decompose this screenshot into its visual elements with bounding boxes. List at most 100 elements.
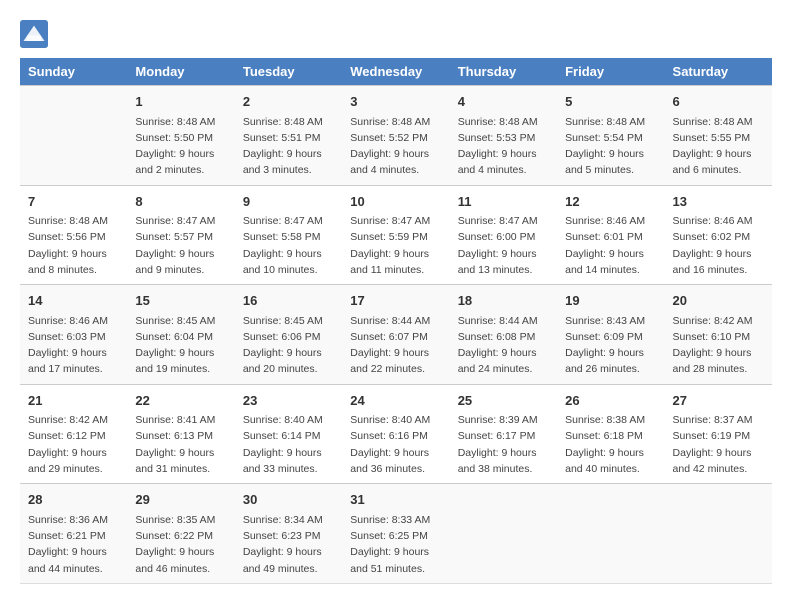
calendar-cell: 16Sunrise: 8:45 AMSunset: 6:06 PMDayligh… xyxy=(235,285,342,385)
calendar-cell: 19Sunrise: 8:43 AMSunset: 6:09 PMDayligh… xyxy=(557,285,664,385)
cell-info: Sunrise: 8:48 AMSunset: 5:55 PMDaylight:… xyxy=(673,114,764,179)
day-number: 25 xyxy=(458,391,549,411)
cell-info: Sunrise: 8:42 AMSunset: 6:10 PMDaylight:… xyxy=(673,313,764,378)
weekday-header-friday: Friday xyxy=(557,58,664,86)
day-number: 12 xyxy=(565,192,656,212)
day-number: 19 xyxy=(565,291,656,311)
day-number: 7 xyxy=(28,192,119,212)
week-row-1: 1Sunrise: 8:48 AMSunset: 5:50 PMDaylight… xyxy=(20,86,772,186)
page-header xyxy=(20,20,772,48)
day-number: 16 xyxy=(243,291,334,311)
day-number: 3 xyxy=(350,92,441,112)
weekday-header-row: SundayMondayTuesdayWednesdayThursdayFrid… xyxy=(20,58,772,86)
cell-info: Sunrise: 8:47 AMSunset: 5:59 PMDaylight:… xyxy=(350,213,441,278)
calendar-cell: 28Sunrise: 8:36 AMSunset: 6:21 PMDayligh… xyxy=(20,484,127,584)
calendar-cell: 23Sunrise: 8:40 AMSunset: 6:14 PMDayligh… xyxy=(235,384,342,484)
cell-info: Sunrise: 8:44 AMSunset: 6:07 PMDaylight:… xyxy=(350,313,441,378)
weekday-header-saturday: Saturday xyxy=(665,58,772,86)
week-row-5: 28Sunrise: 8:36 AMSunset: 6:21 PMDayligh… xyxy=(20,484,772,584)
cell-info: Sunrise: 8:40 AMSunset: 6:14 PMDaylight:… xyxy=(243,412,334,477)
cell-info: Sunrise: 8:47 AMSunset: 5:57 PMDaylight:… xyxy=(135,213,226,278)
cell-info: Sunrise: 8:47 AMSunset: 5:58 PMDaylight:… xyxy=(243,213,334,278)
day-number: 5 xyxy=(565,92,656,112)
calendar-table: SundayMondayTuesdayWednesdayThursdayFrid… xyxy=(20,58,772,584)
week-row-4: 21Sunrise: 8:42 AMSunset: 6:12 PMDayligh… xyxy=(20,384,772,484)
calendar-cell: 1Sunrise: 8:48 AMSunset: 5:50 PMDaylight… xyxy=(127,86,234,186)
calendar-cell: 22Sunrise: 8:41 AMSunset: 6:13 PMDayligh… xyxy=(127,384,234,484)
calendar-cell: 9Sunrise: 8:47 AMSunset: 5:58 PMDaylight… xyxy=(235,185,342,285)
cell-info: Sunrise: 8:34 AMSunset: 6:23 PMDaylight:… xyxy=(243,512,334,577)
calendar-cell: 31Sunrise: 8:33 AMSunset: 6:25 PMDayligh… xyxy=(342,484,449,584)
cell-info: Sunrise: 8:47 AMSunset: 6:00 PMDaylight:… xyxy=(458,213,549,278)
cell-info: Sunrise: 8:36 AMSunset: 6:21 PMDaylight:… xyxy=(28,512,119,577)
calendar-cell xyxy=(20,86,127,186)
logo-icon xyxy=(20,20,48,48)
day-number: 14 xyxy=(28,291,119,311)
cell-info: Sunrise: 8:46 AMSunset: 6:01 PMDaylight:… xyxy=(565,213,656,278)
cell-info: Sunrise: 8:48 AMSunset: 5:54 PMDaylight:… xyxy=(565,114,656,179)
weekday-header-sunday: Sunday xyxy=(20,58,127,86)
day-number: 9 xyxy=(243,192,334,212)
day-number: 15 xyxy=(135,291,226,311)
cell-info: Sunrise: 8:38 AMSunset: 6:18 PMDaylight:… xyxy=(565,412,656,477)
day-number: 23 xyxy=(243,391,334,411)
weekday-header-tuesday: Tuesday xyxy=(235,58,342,86)
weekday-header-monday: Monday xyxy=(127,58,234,86)
calendar-cell: 20Sunrise: 8:42 AMSunset: 6:10 PMDayligh… xyxy=(665,285,772,385)
calendar-cell: 4Sunrise: 8:48 AMSunset: 5:53 PMDaylight… xyxy=(450,86,557,186)
day-number: 11 xyxy=(458,192,549,212)
calendar-cell: 3Sunrise: 8:48 AMSunset: 5:52 PMDaylight… xyxy=(342,86,449,186)
calendar-cell: 26Sunrise: 8:38 AMSunset: 6:18 PMDayligh… xyxy=(557,384,664,484)
calendar-cell: 29Sunrise: 8:35 AMSunset: 6:22 PMDayligh… xyxy=(127,484,234,584)
calendar-cell: 6Sunrise: 8:48 AMSunset: 5:55 PMDaylight… xyxy=(665,86,772,186)
weekday-header-thursday: Thursday xyxy=(450,58,557,86)
cell-info: Sunrise: 8:48 AMSunset: 5:52 PMDaylight:… xyxy=(350,114,441,179)
calendar-cell: 8Sunrise: 8:47 AMSunset: 5:57 PMDaylight… xyxy=(127,185,234,285)
day-number: 26 xyxy=(565,391,656,411)
day-number: 8 xyxy=(135,192,226,212)
day-number: 27 xyxy=(673,391,764,411)
day-number: 2 xyxy=(243,92,334,112)
calendar-cell xyxy=(450,484,557,584)
calendar-cell xyxy=(665,484,772,584)
calendar-cell: 14Sunrise: 8:46 AMSunset: 6:03 PMDayligh… xyxy=(20,285,127,385)
week-row-2: 7Sunrise: 8:48 AMSunset: 5:56 PMDaylight… xyxy=(20,185,772,285)
day-number: 1 xyxy=(135,92,226,112)
cell-info: Sunrise: 8:45 AMSunset: 6:04 PMDaylight:… xyxy=(135,313,226,378)
day-number: 10 xyxy=(350,192,441,212)
calendar-cell: 2Sunrise: 8:48 AMSunset: 5:51 PMDaylight… xyxy=(235,86,342,186)
calendar-cell: 11Sunrise: 8:47 AMSunset: 6:00 PMDayligh… xyxy=(450,185,557,285)
calendar-cell: 24Sunrise: 8:40 AMSunset: 6:16 PMDayligh… xyxy=(342,384,449,484)
day-number: 28 xyxy=(28,490,119,510)
calendar-cell: 25Sunrise: 8:39 AMSunset: 6:17 PMDayligh… xyxy=(450,384,557,484)
calendar-cell: 17Sunrise: 8:44 AMSunset: 6:07 PMDayligh… xyxy=(342,285,449,385)
day-number: 22 xyxy=(135,391,226,411)
cell-info: Sunrise: 8:48 AMSunset: 5:50 PMDaylight:… xyxy=(135,114,226,179)
day-number: 30 xyxy=(243,490,334,510)
cell-info: Sunrise: 8:46 AMSunset: 6:03 PMDaylight:… xyxy=(28,313,119,378)
day-number: 31 xyxy=(350,490,441,510)
weekday-header-wednesday: Wednesday xyxy=(342,58,449,86)
day-number: 20 xyxy=(673,291,764,311)
day-number: 17 xyxy=(350,291,441,311)
day-number: 4 xyxy=(458,92,549,112)
cell-info: Sunrise: 8:33 AMSunset: 6:25 PMDaylight:… xyxy=(350,512,441,577)
day-number: 21 xyxy=(28,391,119,411)
cell-info: Sunrise: 8:48 AMSunset: 5:53 PMDaylight:… xyxy=(458,114,549,179)
cell-info: Sunrise: 8:46 AMSunset: 6:02 PMDaylight:… xyxy=(673,213,764,278)
calendar-cell: 7Sunrise: 8:48 AMSunset: 5:56 PMDaylight… xyxy=(20,185,127,285)
day-number: 29 xyxy=(135,490,226,510)
calendar-cell: 10Sunrise: 8:47 AMSunset: 5:59 PMDayligh… xyxy=(342,185,449,285)
cell-info: Sunrise: 8:35 AMSunset: 6:22 PMDaylight:… xyxy=(135,512,226,577)
calendar-cell: 13Sunrise: 8:46 AMSunset: 6:02 PMDayligh… xyxy=(665,185,772,285)
cell-info: Sunrise: 8:39 AMSunset: 6:17 PMDaylight:… xyxy=(458,412,549,477)
cell-info: Sunrise: 8:44 AMSunset: 6:08 PMDaylight:… xyxy=(458,313,549,378)
cell-info: Sunrise: 8:48 AMSunset: 5:51 PMDaylight:… xyxy=(243,114,334,179)
day-number: 6 xyxy=(673,92,764,112)
cell-info: Sunrise: 8:42 AMSunset: 6:12 PMDaylight:… xyxy=(28,412,119,477)
day-number: 13 xyxy=(673,192,764,212)
week-row-3: 14Sunrise: 8:46 AMSunset: 6:03 PMDayligh… xyxy=(20,285,772,385)
calendar-cell: 21Sunrise: 8:42 AMSunset: 6:12 PMDayligh… xyxy=(20,384,127,484)
cell-info: Sunrise: 8:41 AMSunset: 6:13 PMDaylight:… xyxy=(135,412,226,477)
calendar-cell: 27Sunrise: 8:37 AMSunset: 6:19 PMDayligh… xyxy=(665,384,772,484)
